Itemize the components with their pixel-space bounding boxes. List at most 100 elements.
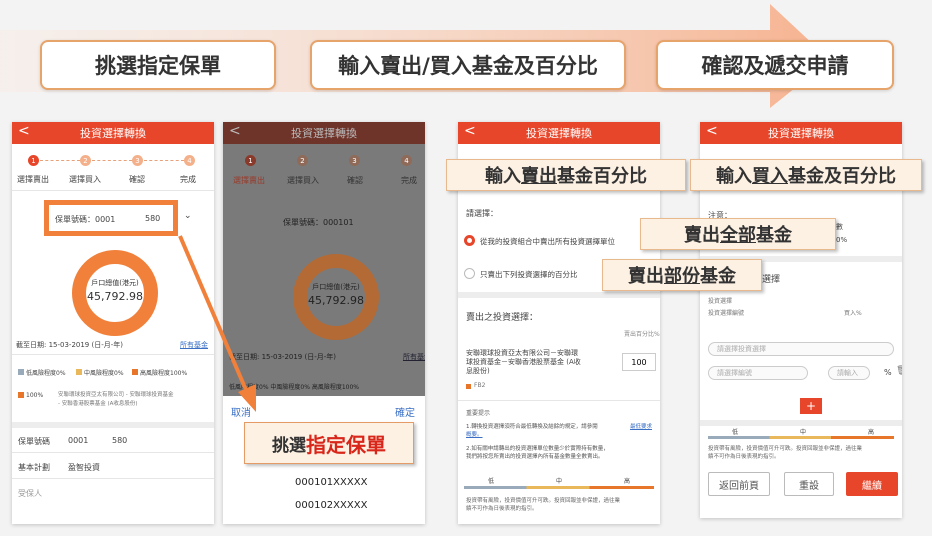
risk-note-2: 績不可作為日後表現的指引。 [466,506,538,512]
row-plan-label: 基本計劃 [18,463,50,472]
legend-high: 高風險程度100% [140,370,188,377]
row-insured-label: 受保人 [18,489,42,498]
reset-button[interactable]: 重設 [784,472,834,496]
step-dot-4: 4 [401,155,412,166]
continue-button[interactable]: 繼續 [846,472,898,496]
fund-name-line2: - 安聯香港股票基金 (A收息股份) [58,401,138,407]
col-code: 投資選擇編號 [708,310,745,317]
ring-label: 戶口總值(港元) [91,279,139,287]
pct-sign: % [884,368,892,377]
app-header: < 投資選擇轉換 [12,122,214,144]
callout-text: 輸入 [716,166,752,187]
legend-swatch [76,369,82,375]
step-label-done: 完成 [401,176,417,185]
callout-underline: 全部 [720,225,756,246]
notice2-line1: 2.如有關申請轉出的投資選擇單位數量少於實際持有數量， [466,446,609,452]
policy-number-label: 保單號碼：000101 [283,218,354,227]
radio-sell-all-label: 從我的投資組合中賣出所有投資選擇單位 [480,237,615,246]
callout-text: 基金 [756,225,792,246]
callout-sell-all: 賣出 全部 基金 [640,218,836,250]
policy-option-1[interactable]: 000101XXXXX [295,477,367,488]
risk-high: 高 [624,478,631,485]
callout-underline: 買入 [752,166,788,187]
legend-mid: 中風險程度0% [84,370,124,377]
policy-option-2[interactable]: 000102XXXXX [295,500,367,511]
trash-icon[interactable]: 🗑 [896,366,902,376]
step-connector [144,160,184,161]
fund-name-line1: 安聯環球投資亞太有限公司 - 安聯環球投資基金 [58,392,174,398]
back-icon[interactable]: < [464,123,476,139]
policy-selector-highlight[interactable]: 保單號碼：0001 580 [44,200,178,236]
app-title: 投資選擇轉換 [80,127,146,140]
sell-pct-input[interactable]: 100 [622,353,656,371]
row-plan-value: 盈智投資 [68,463,100,472]
fund-code: FB2 [474,382,486,389]
step-label-confirm: 確認 [129,175,145,184]
radio-sell-all[interactable] [464,235,475,246]
confirm-button[interactable]: 確定 [395,404,415,419]
step-label-buy: 選擇買入 [69,175,101,184]
cancel-button[interactable]: 取消 [231,404,251,419]
notice2-line2: 我們將按您所賣出的投資選擇內所有基金數量全數賣出。 [466,454,604,460]
step-connector [40,160,80,161]
as-of-date: 截至日期: 15-03-2019 (日-月-年) [16,341,124,349]
fund-swatch [466,384,471,389]
back-button[interactable]: 返回前頁 [708,472,770,496]
risk-high: 高 [868,429,875,436]
notice1-link-tail[interactable]: 概要。 [466,430,483,438]
step-dot-1: 1 [28,155,39,166]
legend-swatch [132,369,138,375]
back-icon[interactable]: < [706,123,718,139]
divider [12,354,214,355]
app-title: 投資選擇轉換 [768,127,834,140]
step-dot-1: 1 [245,155,256,166]
step-label-buy: 選擇買入 [287,176,319,185]
step-dot-4: 4 [184,155,195,166]
fund-select-input[interactable]: 請選擇投資選擇 [708,342,894,356]
fund-header: 投資選擇 [708,298,733,305]
policy-number-label: 保單號碼：0001 [55,215,116,224]
callout-text: 基金及百分比 [788,166,896,187]
phone-screen-select-policy: < 投資選擇轉換 1 2 3 4 選擇賣出 選擇買入 確認 完成 保單號碼：00… [12,122,214,524]
min-req-link[interactable]: 最低要求 [630,422,652,430]
step-dot-2: 2 [80,155,91,166]
as-of-date: 截至日期: 15-03-2019 (日-月-年) [229,353,337,361]
add-fund-button[interactable]: + [800,398,822,414]
note-right-1: 數 [836,223,843,231]
legend-low: 低風險程度0% [26,370,66,377]
all-funds-link[interactable]: 所有基金 [180,340,208,350]
fund-code-input[interactable]: 請選擇編號 [708,366,808,380]
notice1-text: 1.轉換投資選擇須符合最低轉換及結餘的規定，請參閱 [466,424,598,430]
tutorial-stage: 挑選指定保單 輸入賣出/買入基金及百分比 確認及遞交申請 < 投資選擇轉換 1 … [0,0,932,536]
back-icon[interactable]: < [18,123,30,139]
policy-number-suffix: 580 [145,214,161,223]
divider [458,400,660,401]
section-gap [700,420,902,426]
radio-sell-part[interactable] [464,268,475,279]
buy-pct-input[interactable]: 請輸入 [828,366,870,380]
step-enter-funds: 輸入賣出/買入基金及百分比 [310,40,626,90]
risk-note-1: 投資帶有風險，投資價值可升可跌。投資回報並非保證，過往業 [708,446,863,452]
ring-value: 45,792.98 [308,294,364,307]
radio-sell-part-label: 只賣出下列投資選擇的百分比 [480,270,578,279]
callout-text: 挑選 [272,435,306,456]
callout-enter-buy: 輸入 買入 基金及百分比 [690,159,922,191]
back-icon[interactable]: < [229,123,241,139]
notice-title: 重要提示 [466,410,491,417]
fund-line3: 息股份) [466,367,490,375]
step-label-sell: 選擇賣出 [17,175,49,184]
callout-highlight: 指定保單 [306,432,386,457]
callout-enter-sell-pct: 輸入 賣出 基金百分比 [446,159,686,191]
section-gap [458,292,660,298]
all-funds-link[interactable]: 所有基金 [403,352,425,362]
step-connector [92,160,132,161]
callout-text: 賣出 [628,266,664,287]
callout-text: 輸入 [485,166,521,187]
callout-pick-policy: 挑選 指定保單 [244,422,414,464]
legend-swatch [18,369,24,375]
app-header: < 投資選擇轉換 [700,122,902,144]
callout-underline: 部份 [664,266,700,287]
callout-text: 賣出 [684,225,720,246]
risk-scale-bar [464,486,654,489]
chevron-down-icon[interactable]: ⌄ [184,211,192,221]
